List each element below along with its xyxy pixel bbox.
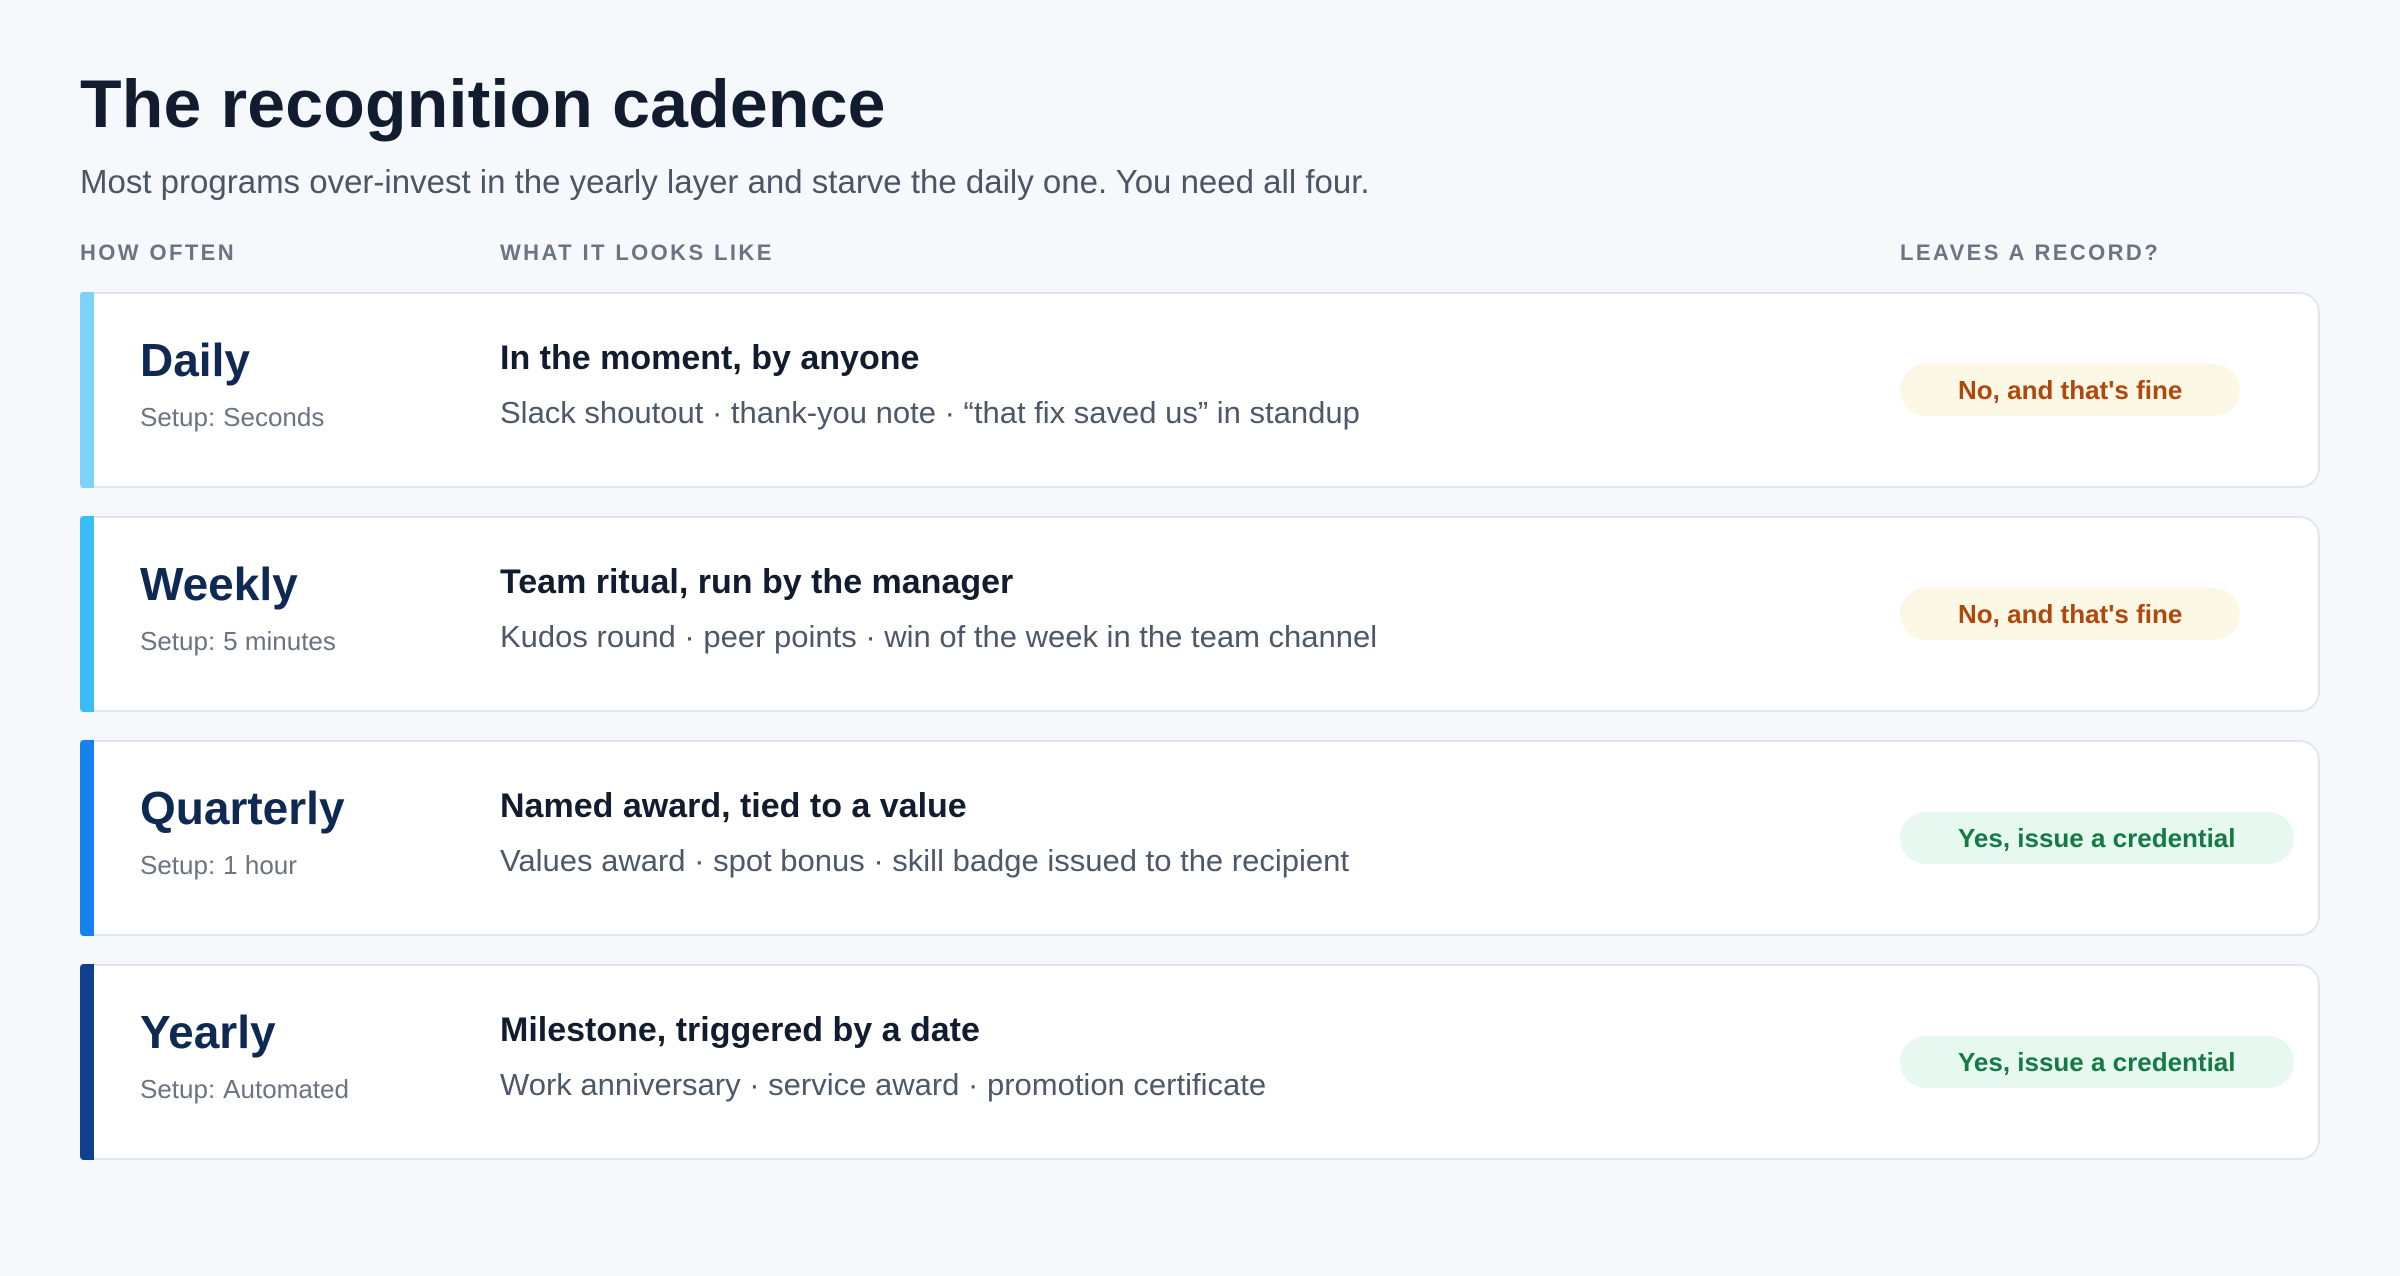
cadence-row-quarterly: Quarterly Setup: 1 hour Named award, tied… <box>80 740 2320 936</box>
record-badge: Yes, issue a credential <box>1900 1036 2294 1088</box>
row-examples: Values award · spot bonus · skill badge … <box>500 843 1349 878</box>
cadence-row-yearly: Yearly Setup: Automated Milestone, trigge… <box>80 964 2320 1160</box>
row-frequency: Quarterly <box>140 782 345 834</box>
row-frequency: Daily <box>140 334 250 386</box>
setup-label: Setup: <box>140 402 216 432</box>
row-setup: Setup: 1 hour <box>140 848 297 882</box>
setup-value: Automated <box>223 1074 349 1104</box>
setup-label: Setup: <box>140 626 216 656</box>
row-accent-bar <box>80 740 94 936</box>
row-looks-title: Named award, tied to a value <box>500 787 967 825</box>
record-badge: No, and that's fine <box>1900 588 2241 640</box>
column-header-leaves-a-record: LEAVES A RECORD? <box>1900 240 2161 265</box>
row-setup: Setup: Automated <box>140 1072 349 1106</box>
row-frequency: Weekly <box>140 558 298 610</box>
setup-label: Setup: <box>140 850 216 880</box>
column-header-what-it-looks-like: WHAT IT LOOKS LIKE <box>500 240 774 265</box>
cadence-row-daily: Daily Setup: Seconds In the moment, by an… <box>80 292 2320 488</box>
page-subtitle: Most programs over-invest in the yearly … <box>80 163 1370 200</box>
row-looks-title: Team ritual, run by the manager <box>500 563 1014 601</box>
row-accent-bar <box>80 964 94 1160</box>
row-examples: Slack shoutout · thank-you note · “that … <box>500 395 1360 430</box>
setup-value: 5 minutes <box>223 626 336 656</box>
row-setup: Setup: 5 minutes <box>140 624 336 658</box>
row-frequency: Yearly <box>140 1006 276 1058</box>
row-setup: Setup: Seconds <box>140 400 324 434</box>
row-examples: Kudos round · peer points · win of the w… <box>500 619 1378 654</box>
cadence-page: The recognition cadence Most programs ov… <box>80 60 2320 1188</box>
row-accent-bar <box>80 516 94 712</box>
row-looks-title: In the moment, by anyone <box>500 339 920 377</box>
page-title: The recognition cadence <box>80 66 886 142</box>
setup-value: 1 hour <box>223 850 297 880</box>
record-badge: No, and that's fine <box>1900 364 2241 416</box>
record-badge: Yes, issue a credential <box>1900 812 2294 864</box>
column-headers: HOW OFTEN WHAT IT LOOKS LIKE LEAVES A RE… <box>80 238 2320 268</box>
column-header-how-often: HOW OFTEN <box>80 240 237 265</box>
cadence-row-weekly: Weekly Setup: 5 minutes Team ritual, run … <box>80 516 2320 712</box>
setup-value: Seconds <box>223 402 325 432</box>
cadence-rows: Daily Setup: Seconds In the moment, by an… <box>80 292 2320 1160</box>
row-examples: Work anniversary · service award · promo… <box>500 1067 1267 1102</box>
row-looks-title: Milestone, triggered by a date <box>500 1011 980 1049</box>
row-accent-bar <box>80 292 94 488</box>
setup-label: Setup: <box>140 1074 216 1104</box>
